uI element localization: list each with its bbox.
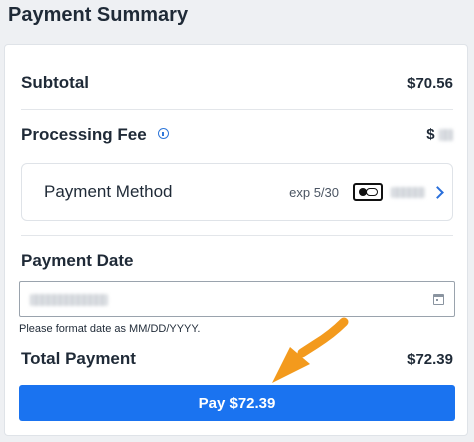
payment-date-value: [30, 291, 433, 307]
pay-button[interactable]: Pay $72.39: [19, 385, 455, 421]
total-payment-value: $72.39: [407, 350, 453, 368]
redacted-card-number: [391, 186, 425, 198]
payment-method-label: Payment Method: [44, 182, 173, 201]
page-title: Payment Summary: [8, 4, 189, 26]
divider: [21, 235, 453, 236]
payment-date-input[interactable]: [19, 281, 455, 317]
total-payment-row: Total Payment $72.39: [21, 349, 453, 369]
date-format-hint: Please format date as MM/DD/YYYY.: [19, 323, 201, 335]
card-expiration: exp 5/30: [289, 184, 339, 200]
subtotal-row: Subtotal $70.56: [21, 73, 453, 93]
processing-fee-label: Processing Fee: [21, 125, 147, 144]
credit-card-icon: [353, 183, 383, 201]
payment-method-selector[interactable]: Payment Method exp 5/30: [21, 163, 453, 221]
payment-date-row: Payment Date: [21, 251, 453, 271]
processing-fee-row: Processing Fee $: [21, 125, 453, 145]
processing-fee-currency: $: [426, 126, 435, 143]
payment-page: Payment Summary Subtotal $70.56 Processi…: [0, 0, 474, 442]
redacted-date: [30, 294, 108, 307]
chevron-right-icon[interactable]: [431, 185, 444, 199]
subtotal-label: Subtotal: [21, 73, 89, 92]
calendar-icon[interactable]: [433, 293, 444, 305]
processing-fee-value: $: [426, 126, 453, 144]
divider: [21, 109, 453, 110]
info-icon[interactable]: [158, 128, 170, 140]
payment-date-label: Payment Date: [21, 251, 134, 270]
payment-summary-card: Subtotal $70.56 Processing Fee $ Payment…: [4, 44, 468, 436]
subtotal-value: $70.56: [407, 74, 453, 92]
redacted-amount: [439, 128, 453, 141]
processing-fee-label-group: Processing Fee: [21, 125, 170, 145]
total-payment-label: Total Payment: [21, 349, 136, 368]
